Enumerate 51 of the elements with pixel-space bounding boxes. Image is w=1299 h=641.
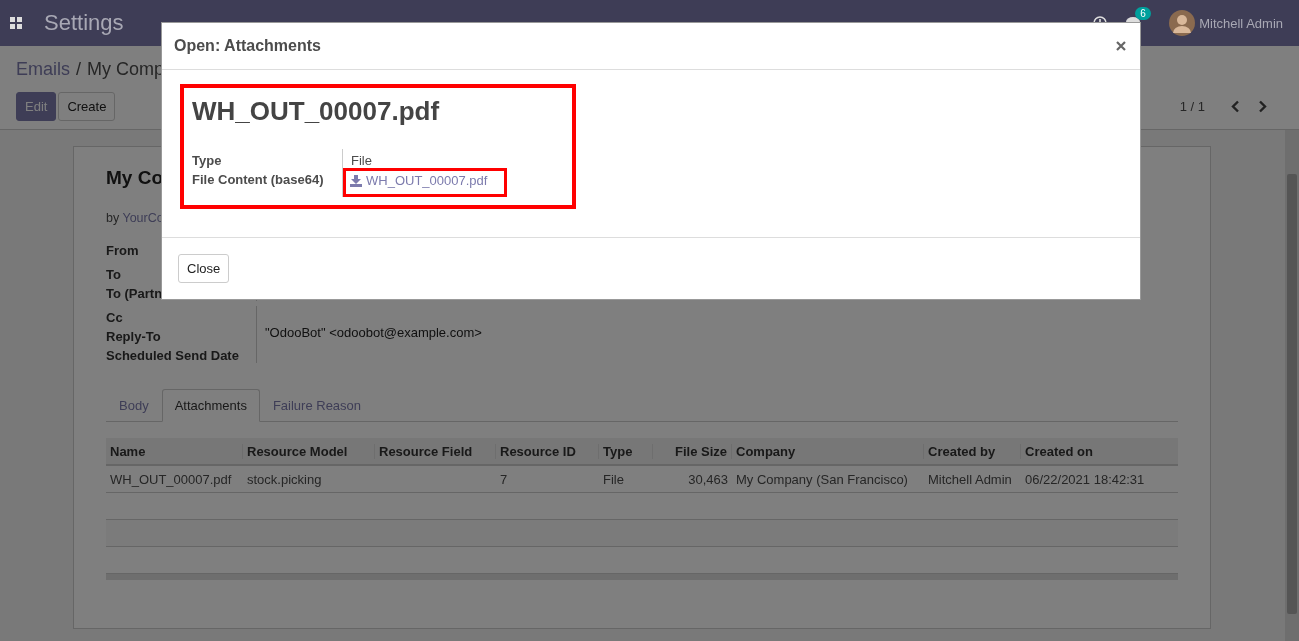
field-label: To [106, 267, 121, 282]
table-cell: WH_OUT_00007.pdf [110, 471, 232, 487]
create-button[interactable]: Create [58, 92, 116, 121]
close-icon[interactable] [1116, 41, 1126, 51]
edit-button[interactable]: Edit [16, 92, 57, 121]
record-title: My Co [106, 167, 163, 189]
apps-grid-icon[interactable] [10, 17, 22, 29]
field-label: Type [192, 152, 223, 168]
file-name-title: WH_OUT_00007.pdf [192, 96, 441, 127]
column-header[interactable]: Created on [1021, 443, 1178, 459]
user-name[interactable]: Mitchell Admin [1199, 15, 1283, 31]
next-icon[interactable] [1258, 100, 1267, 113]
field-label: Scheduled Send Date [106, 348, 239, 363]
table-cell: 06/22/2021 18:42:31 [1025, 471, 1145, 487]
close-button[interactable]: Close [178, 254, 230, 283]
field-label: Cc [106, 310, 123, 325]
app-title: Settings [44, 10, 124, 36]
column-header[interactable]: Company [732, 443, 924, 459]
avatar-icon[interactable] [1169, 10, 1196, 36]
column-header[interactable]: Resource ID [496, 443, 599, 459]
tab[interactable]: Attachments [161, 389, 260, 422]
field-label: Reply-To [106, 329, 161, 344]
dialog-title: Open: Attachments [174, 37, 321, 55]
column-header[interactable]: File Size [653, 443, 732, 459]
column-header[interactable]: Name [106, 443, 243, 459]
tab[interactable]: Body [106, 389, 162, 422]
table-cell: Mitchell Admin [928, 471, 1012, 487]
field-label: File Content (base64) [192, 171, 325, 187]
breadcrumb-item[interactable]: Emails [16, 58, 70, 80]
download-icon [350, 174, 362, 187]
column-header[interactable]: Type [599, 443, 653, 459]
scrollbar[interactable] [1285, 130, 1299, 641]
table-cell: 7 [500, 471, 508, 487]
table-cell: File [603, 471, 624, 487]
download-link[interactable]: WH_OUT_00007.pdf [350, 173, 498, 188]
author-prefix: by [106, 211, 120, 225]
tab[interactable]: Failure Reason [259, 389, 375, 422]
breadcrumb-separator: / [76, 58, 82, 80]
table-cell: stock.picking [247, 471, 322, 487]
pager-counter: 1 / 1 [1179, 99, 1205, 114]
notification-badge: 6 [1135, 7, 1151, 20]
table-cell: My Company (San Francisco) [736, 471, 908, 487]
field-value: "OdooBot" <odoobot@example.com> [265, 325, 482, 340]
field-value: File [350, 152, 373, 168]
column-header[interactable]: Resource Field [375, 443, 496, 459]
table-cell: 30,463 [688, 471, 728, 487]
column-header[interactable]: Created by [924, 443, 1021, 459]
column-header[interactable]: Resource Model [243, 443, 375, 459]
field-label: From [106, 243, 139, 258]
previous-icon[interactable] [1231, 100, 1240, 113]
field-label: To (Partn [106, 286, 163, 301]
